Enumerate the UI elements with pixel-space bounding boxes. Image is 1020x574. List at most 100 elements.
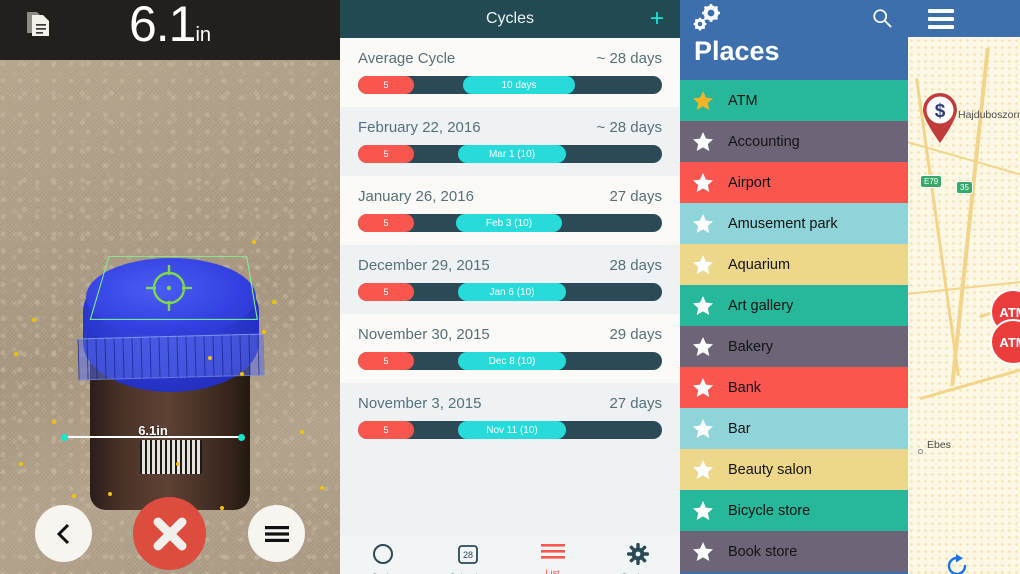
ruler-overlay	[77, 333, 265, 381]
list-icon	[540, 543, 565, 566]
menu-button[interactable]	[248, 505, 305, 562]
nav-item-cycle[interactable]: Cycle	[340, 536, 425, 574]
cycle-period-segment[interactable]: 5	[358, 214, 414, 232]
cycle-duration-label: 28 days	[609, 257, 662, 274]
cycle-period-segment[interactable]: 5	[358, 283, 414, 301]
star-icon[interactable]	[692, 377, 714, 398]
cycle-bar[interactable]: 5 Jan 6 (10)	[358, 283, 662, 301]
refresh-icon[interactable]	[944, 553, 970, 574]
cycle-period-segment[interactable]: 5	[358, 76, 414, 94]
cycle-period-segment[interactable]: 5	[358, 421, 414, 439]
place-name: Bar	[728, 420, 751, 437]
place-name: Accounting	[728, 133, 800, 150]
cycle-row[interactable]: December 29, 2015 28 days 5 Jan 6 (10)	[340, 245, 680, 314]
star-icon[interactable]	[692, 336, 714, 357]
cycle-fertile-segment[interactable]: Jan 6 (10)	[458, 283, 566, 301]
map-header	[908, 0, 1020, 37]
star-icon[interactable]	[692, 541, 714, 562]
star-icon[interactable]	[692, 131, 714, 152]
back-button[interactable]	[35, 505, 92, 562]
place-row[interactable]: Bank	[680, 367, 908, 408]
nav-item-list[interactable]: List	[510, 536, 595, 574]
measurement-line: 6.1in	[61, 423, 245, 441]
cycle-date-label: February 22, 2016	[358, 119, 481, 136]
measurement-number: 6.1	[128, 0, 197, 52]
add-cycle-button[interactable]: +	[650, 7, 664, 31]
money-place-pin[interactable]: $	[920, 92, 960, 144]
map-app: $ Hajduboszorm E79 35 ATM ATM Ebes	[908, 0, 1020, 574]
places-list: ATM Accounting Airport Amusement park Aquari…	[680, 80, 908, 572]
cycle-duration-label: 29 days	[609, 326, 662, 343]
place-row[interactable]: Aquarium	[680, 244, 908, 285]
cycle-row[interactable]: January 26, 2016 27 days 5 Feb 3 (10)	[340, 176, 680, 245]
cycle-bar[interactable]: 5 10 days	[358, 76, 662, 94]
jar-label	[140, 440, 202, 474]
place-row[interactable]: Book store	[680, 531, 908, 572]
town-name-label: Ebes	[927, 439, 951, 451]
place-row[interactable]: Bicycle store	[680, 490, 908, 531]
star-icon[interactable]	[692, 213, 714, 234]
delete-button[interactable]	[133, 497, 206, 570]
place-row[interactable]: Bakery	[680, 326, 908, 367]
place-row[interactable]: Accounting	[680, 121, 908, 162]
cycles-list: Average Cycle ~ 28 days 5 10 days February 2…	[340, 38, 680, 536]
cycle-fertile-segment[interactable]: 10 days	[463, 76, 575, 94]
measurement-unit: in	[195, 24, 212, 46]
map-road	[919, 366, 1020, 401]
place-row[interactable]: ATM	[680, 80, 908, 121]
cycle-bar[interactable]: 5 Feb 3 (10)	[358, 214, 662, 232]
place-row[interactable]: Beauty salon	[680, 449, 908, 490]
star-icon[interactable]	[692, 90, 714, 111]
places-header: Places	[680, 0, 908, 80]
nav-item-calendar[interactable]: 28Calendar	[425, 536, 510, 574]
nav-item-settings[interactable]: Settings	[595, 536, 680, 574]
place-row[interactable]: Bar	[680, 408, 908, 449]
cycle-bar[interactable]: 5 Mar 1 (10)	[358, 145, 662, 163]
cycle-row[interactable]: February 22, 2016 ~ 28 days 5 Mar 1 (10)	[340, 107, 680, 176]
cycle-duration-label: 27 days	[609, 188, 662, 205]
measurement-value: 6.1in	[0, 0, 340, 65]
places-title: Places	[694, 36, 780, 66]
ar-feature-point	[262, 330, 266, 334]
ar-feature-point	[252, 240, 256, 244]
ar-feature-point	[208, 356, 212, 360]
cycle-row[interactable]: November 3, 2015 27 days 5 Nov 11 (10)	[340, 383, 680, 452]
place-row[interactable]: Art gallery	[680, 285, 908, 326]
place-name: Aquarium	[728, 256, 791, 273]
cycle-fertile-segment[interactable]: Mar 1 (10)	[458, 145, 566, 163]
circle-icon	[372, 543, 394, 570]
cycle-date-label: November 30, 2015	[358, 326, 490, 343]
svg-text:28: 28	[462, 550, 472, 560]
map-canvas[interactable]: $ Hajduboszorm E79 35 ATM ATM Ebes	[908, 37, 1020, 574]
gears-icon[interactable]	[692, 4, 724, 34]
cycle-period-segment[interactable]: 5	[358, 352, 414, 370]
place-row[interactable]: Amusement park	[680, 203, 908, 244]
ar-feature-point	[320, 486, 324, 490]
place-name: Book store	[728, 543, 798, 560]
ar-feature-point	[176, 462, 180, 466]
star-icon[interactable]	[692, 500, 714, 521]
cycle-bar[interactable]: 5 Dec 8 (10)	[358, 352, 662, 370]
cycle-period-segment[interactable]: 5	[358, 145, 414, 163]
cycle-fertile-segment[interactable]: Dec 8 (10)	[458, 352, 566, 370]
hamburger-menu-icon[interactable]	[928, 9, 954, 29]
crosshair-icon	[145, 264, 193, 312]
calendar-icon: 28	[457, 543, 479, 570]
star-icon[interactable]	[692, 418, 714, 439]
star-icon[interactable]	[692, 172, 714, 193]
place-row[interactable]: Airport	[680, 162, 908, 203]
star-icon[interactable]	[692, 295, 714, 316]
ar-feature-point	[32, 318, 36, 322]
cycles-header: Cycles +	[340, 0, 680, 38]
star-icon[interactable]	[692, 254, 714, 275]
cycle-bar[interactable]: 5 Nov 11 (10)	[358, 421, 662, 439]
cycle-fertile-segment[interactable]: Feb 3 (10)	[456, 214, 562, 232]
search-icon[interactable]	[872, 8, 892, 28]
cycle-row[interactable]: November 30, 2015 29 days 5 Dec 8 (10)	[340, 314, 680, 383]
cycle-row[interactable]: Average Cycle ~ 28 days 5 10 days	[340, 38, 680, 107]
cycle-fertile-segment[interactable]: Nov 11 (10)	[458, 421, 566, 439]
place-name: Bakery	[728, 338, 774, 355]
cycles-app: Cycles + Average Cycle ~ 28 days 5 10 days F…	[340, 0, 680, 574]
star-icon[interactable]	[692, 459, 714, 480]
place-name: ATM	[728, 92, 758, 109]
